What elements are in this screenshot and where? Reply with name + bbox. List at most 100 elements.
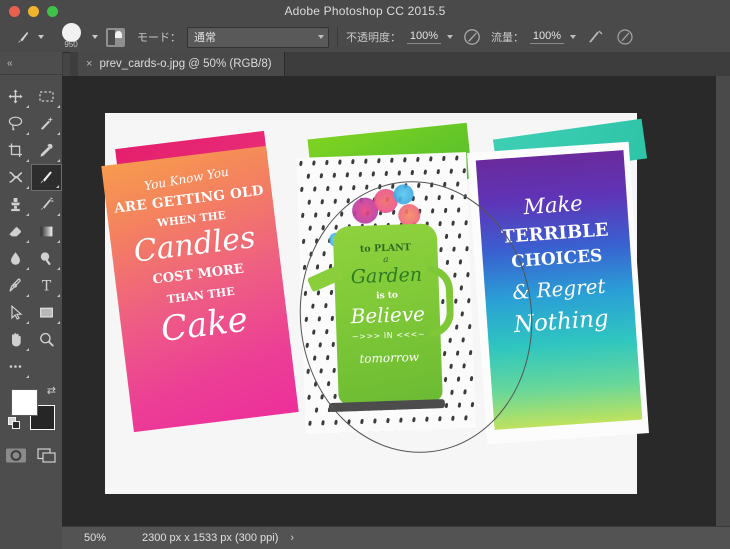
raindrop-dot xyxy=(436,194,441,201)
blend-mode-select[interactable]: 通常 xyxy=(187,26,329,48)
crop-tool[interactable] xyxy=(0,137,31,164)
tool-flyout-indicator[interactable] xyxy=(26,213,29,216)
close-icon[interactable]: × xyxy=(86,59,92,70)
raindrop-dot xyxy=(443,376,447,383)
close-window-button[interactable] xyxy=(9,5,20,17)
tool-flyout-indicator[interactable] xyxy=(26,375,29,378)
current-tool-picker[interactable] xyxy=(0,22,44,52)
raindrop-dot xyxy=(396,170,401,176)
raindrop-dot xyxy=(321,250,326,257)
raindrop-dot xyxy=(386,417,390,424)
healing-brush-tool[interactable] xyxy=(0,164,31,191)
dodge-tool[interactable] xyxy=(31,245,62,272)
chevron-down-icon[interactable] xyxy=(92,35,98,39)
tool-flyout-indicator[interactable] xyxy=(26,321,29,324)
quick-mask-mode-button[interactable] xyxy=(0,442,31,468)
raindrop-dot xyxy=(315,264,319,270)
status-menu-arrow-icon[interactable]: › xyxy=(290,532,294,544)
document-tab-strip: × prev_cards-o.jpg @ 50% (RGB/8) xyxy=(70,52,730,77)
opacity-label: 不透明度： xyxy=(346,32,401,44)
status-bar: 50% 2300 px x 1533 px (300 ppi) › xyxy=(62,526,730,549)
move-tool[interactable] xyxy=(0,83,31,110)
chevron-down-icon[interactable] xyxy=(447,35,453,39)
raindrop-dot xyxy=(324,159,329,166)
tool-flyout-indicator[interactable] xyxy=(26,132,29,135)
eraser-tool[interactable] xyxy=(0,218,31,245)
vertical-scrollbar[interactable] xyxy=(716,76,730,527)
eyedropper-tool[interactable] xyxy=(31,137,62,164)
raindrop-dot xyxy=(313,381,317,387)
raindrop-dot xyxy=(425,416,429,422)
screen-mode-buttons xyxy=(0,442,62,468)
tool-options-bar: 950 モード： 通常 不透明度： 100% 流量： 100% xyxy=(0,22,730,53)
card-middle-line-7: tomorrow xyxy=(359,349,420,366)
raindrop-dot xyxy=(402,157,407,163)
zoom-window-button[interactable] xyxy=(47,5,58,17)
raindrop-dot xyxy=(314,238,319,244)
chevron-down-icon[interactable] xyxy=(318,35,324,39)
foreground-color-swatch[interactable] xyxy=(12,390,37,415)
blur-tool[interactable] xyxy=(0,245,31,272)
brush-preset-picker[interactable]: 950 xyxy=(44,22,98,52)
brush-tool[interactable] xyxy=(31,164,62,191)
path-selection-tool[interactable] xyxy=(0,299,31,326)
raindrop-dot xyxy=(302,264,306,271)
raindrop-dot xyxy=(383,170,388,177)
zoom-level-field[interactable]: 50% xyxy=(84,532,118,544)
tool-flyout-indicator[interactable] xyxy=(57,132,60,135)
tool-flyout-indicator[interactable] xyxy=(26,267,29,270)
raindrop-dot xyxy=(418,429,423,434)
tool-flyout-indicator[interactable] xyxy=(26,159,29,162)
pressure-opacity-icon[interactable] xyxy=(463,28,481,46)
tool-flyout-indicator[interactable] xyxy=(26,240,29,243)
pen-tool[interactable] xyxy=(0,272,31,299)
swap-colors-icon[interactable]: ⇄ xyxy=(47,386,56,397)
default-colors-icon[interactable] xyxy=(8,417,21,430)
tablet-pressure-icon[interactable] xyxy=(106,27,125,47)
raindrop-dot xyxy=(326,211,331,218)
smoothing-icon[interactable] xyxy=(616,28,634,46)
raindrop-dot xyxy=(333,224,338,230)
brush-tip-preview[interactable]: 950 xyxy=(56,23,86,50)
tool-flyout-indicator[interactable] xyxy=(57,294,60,297)
tool-flyout-indicator[interactable] xyxy=(57,159,60,162)
tool-flyout-indicator[interactable] xyxy=(57,240,60,243)
edit-toolbar-tool[interactable] xyxy=(0,353,31,380)
minimize-window-button[interactable] xyxy=(28,5,39,17)
screen-mode-button[interactable] xyxy=(31,442,62,468)
tool-flyout-indicator[interactable] xyxy=(57,105,60,108)
tool-flyout-indicator[interactable] xyxy=(57,321,60,324)
tool-flyout-indicator[interactable] xyxy=(26,294,29,297)
flow-value[interactable]: 100% xyxy=(530,30,564,44)
airbrush-icon[interactable] xyxy=(586,28,604,46)
rectangle-tool[interactable] xyxy=(31,299,62,326)
opacity-value[interactable]: 100% xyxy=(407,30,441,44)
raindrop-dot xyxy=(458,259,462,265)
document-canvas[interactable]: You Know You ARE GETTING OLD WHEN THE Ca… xyxy=(62,76,730,527)
gradient-tool[interactable] xyxy=(31,218,62,245)
type-tool[interactable]: T xyxy=(31,272,62,299)
chevron-down-icon[interactable] xyxy=(570,35,576,39)
tool-flyout-indicator[interactable] xyxy=(26,105,29,108)
lasso-tool[interactable] xyxy=(0,110,31,137)
tool-flyout-indicator[interactable] xyxy=(26,186,29,189)
document-tab[interactable]: × prev_cards-o.jpg @ 50% (RGB/8) xyxy=(78,52,285,76)
raindrop-dot xyxy=(347,419,351,425)
history-brush-tool[interactable] xyxy=(31,191,62,218)
rectangular-marquee-tool[interactable] xyxy=(31,83,62,110)
quick-selection-tool[interactable] xyxy=(31,110,62,137)
tool-flyout-indicator[interactable] xyxy=(57,213,60,216)
tool-flyout-indicator[interactable] xyxy=(57,267,60,270)
raindrop-dot xyxy=(303,290,307,296)
tools-panel: « T ⇄ xyxy=(0,52,63,549)
zoom-tool[interactable] xyxy=(31,326,62,353)
photoshop-window: Adobe Photoshop CC 2015.5 950 モード： 通常 不透… xyxy=(0,0,730,549)
opacity-field[interactable]: 100% xyxy=(407,30,453,44)
hand-tool[interactable] xyxy=(0,326,31,353)
raindrop-dot xyxy=(453,298,457,304)
tool-flyout-indicator[interactable] xyxy=(56,185,59,188)
collapse-panel-icon[interactable]: « xyxy=(0,52,62,75)
clone-stamp-tool[interactable] xyxy=(0,191,31,218)
tool-flyout-indicator[interactable] xyxy=(26,348,29,351)
flow-field[interactable]: 100% xyxy=(530,30,576,44)
